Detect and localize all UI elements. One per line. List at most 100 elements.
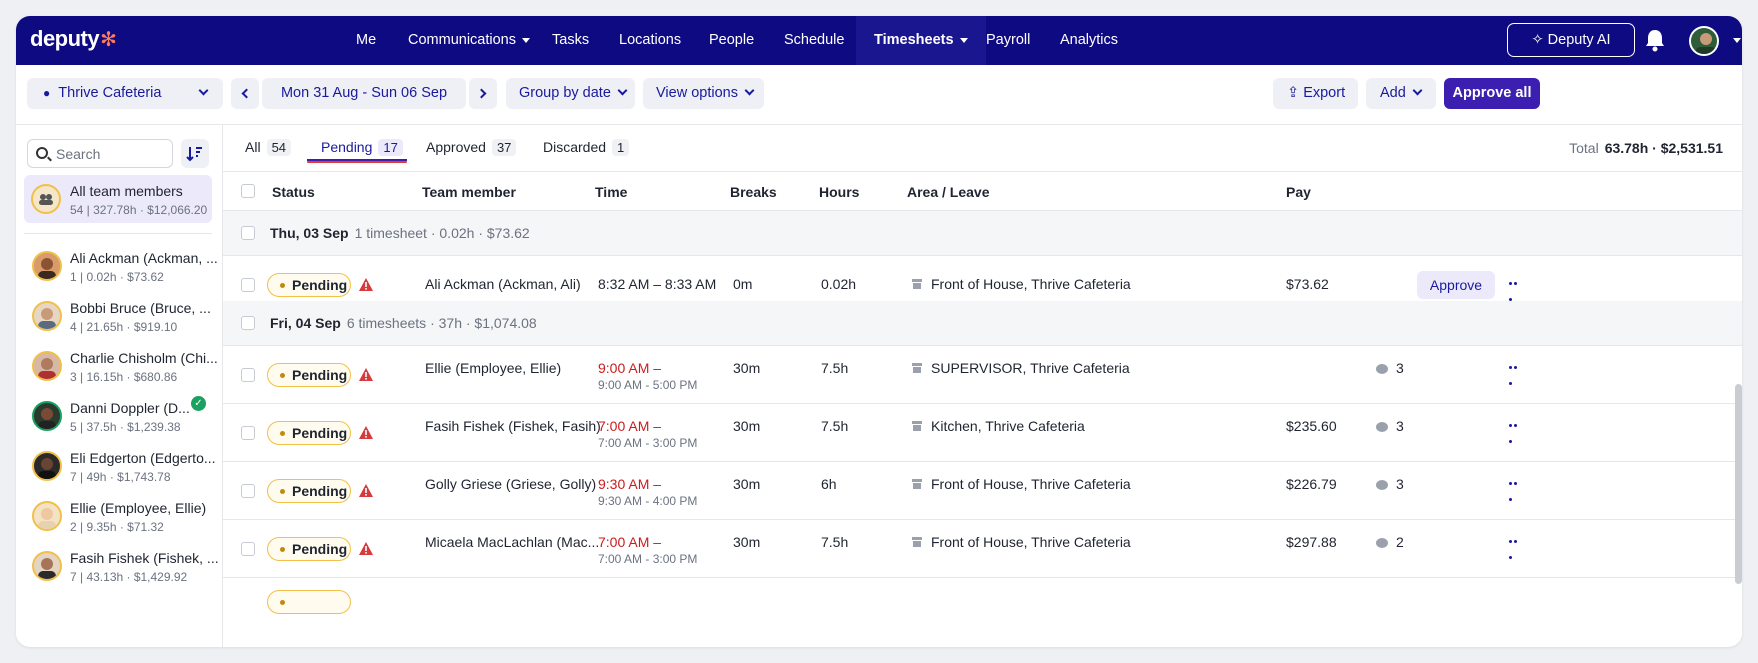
scrollbar[interactable] <box>1735 384 1742 584</box>
group-checkbox[interactable] <box>241 316 255 330</box>
export-button[interactable]: ⇪ Export <box>1273 78 1358 109</box>
avatar <box>32 401 62 431</box>
col-hours: Hours <box>819 184 860 200</box>
table-row[interactable]: Pending Ellie (Employee, Ellie) 9:00 AM … <box>223 346 1742 404</box>
nav-me[interactable]: Me <box>356 16 376 65</box>
more-options-icon[interactable] <box>1509 482 1523 501</box>
store-icon <box>912 479 922 489</box>
map-pin-icon: ● <box>43 86 51 100</box>
col-status: Status <box>272 184 315 200</box>
area-value: Front of House, Thrive Cafeteria <box>931 534 1131 550</box>
prev-week-button[interactable] <box>231 78 259 109</box>
breaks-value: 30m <box>733 360 761 376</box>
nav-people[interactable]: People <box>709 16 754 65</box>
group-checkbox[interactable] <box>241 226 255 240</box>
status-badge: Pending <box>267 363 351 387</box>
warning-icon[interactable] <box>359 542 373 555</box>
team-member-name: Micaela MacLachlan (Mac... <box>425 534 600 550</box>
hours-value: 7.5h <box>821 534 849 550</box>
add-dropdown[interactable]: Add <box>1366 78 1436 109</box>
row-checkbox[interactable] <box>241 426 255 440</box>
comment-icon[interactable] <box>1376 480 1388 490</box>
view-options-dropdown[interactable]: View options <box>643 78 764 109</box>
warning-icon[interactable] <box>359 426 373 439</box>
sidebar-member-charlie-chisholm[interactable]: Charlie Chisholm (Chi... 3 | 16.15h · $6… <box>16 342 223 392</box>
divider <box>24 233 212 234</box>
approve-button[interactable]: Approve <box>1417 271 1495 299</box>
date-group-header: Fri, 04 Sep 6 timesheets · 37h · $1,074.0… <box>223 301 1742 346</box>
sidebar-member-fasih-fishek[interactable]: Fasih Fishek (Fishek, ... 7 | 43.13h · $… <box>16 542 223 592</box>
col-area-leave: Area / Leave <box>907 184 990 200</box>
scheduled-time: 9:00 AM - 5:00 PM <box>598 378 698 392</box>
row-checkbox[interactable] <box>241 368 255 382</box>
caret-down-icon[interactable] <box>1733 38 1741 43</box>
pay-value: $226.79 <box>1286 476 1337 492</box>
nav-communications[interactable]: Communications <box>408 16 530 65</box>
select-all-checkbox[interactable] <box>241 184 255 198</box>
nav-tasks[interactable]: Tasks <box>552 16 589 65</box>
more-options-icon[interactable] <box>1509 424 1523 443</box>
chevron-down-icon <box>1412 85 1423 96</box>
shift-time: 7:00 AM – <box>598 418 662 434</box>
warning-icon[interactable] <box>359 278 373 291</box>
comment-count: 3 <box>1396 360 1404 376</box>
warning-icon[interactable] <box>359 484 373 497</box>
location-selector[interactable]: ● Thrive Cafeteria <box>27 78 223 109</box>
sort-button[interactable] <box>181 139 209 168</box>
tab-discarded[interactable]: Discarded 1 <box>543 139 630 156</box>
caret-down-icon <box>522 37 530 43</box>
date-range-selector[interactable]: Mon 31 Aug - Sun 06 Sep <box>262 78 466 109</box>
user-avatar[interactable] <box>1689 26 1719 56</box>
upload-icon: ⇪ <box>1287 85 1304 101</box>
table-row[interactable]: Pending Golly Griese (Griese, Golly) 9:3… <box>223 462 1742 520</box>
table-row[interactable] <box>223 578 1742 636</box>
store-icon <box>912 537 922 547</box>
sidebar-member-danni-doppler[interactable]: Danni Doppler (D... 5 | 37.5h · $1,239.3… <box>16 392 223 442</box>
bell-icon[interactable] <box>1644 28 1666 52</box>
date-group-header: Thu, 03 Sep 1 timesheet · 0.02h · $73.62 <box>223 211 1742 256</box>
tab-all[interactable]: All 54 <box>245 139 292 156</box>
row-checkbox[interactable] <box>241 542 255 556</box>
comment-icon[interactable] <box>1376 538 1388 548</box>
status-badge: Pending <box>267 537 351 561</box>
warning-icon[interactable] <box>359 368 373 381</box>
nav-payroll[interactable]: Payroll <box>986 16 1030 65</box>
chevron-down-icon <box>744 85 755 96</box>
nav-locations[interactable]: Locations <box>619 16 681 65</box>
nav-analytics[interactable]: Analytics <box>1060 16 1118 65</box>
deputy-ai-button[interactable]: ✧ Deputy AI <box>1507 23 1635 57</box>
table-row[interactable]: Pending Fasih Fishek (Fishek, Fasih) 7:0… <box>223 404 1742 462</box>
table-row[interactable]: Pending Micaela MacLachlan (Mac... 7:00 … <box>223 520 1742 578</box>
row-checkbox[interactable] <box>241 278 255 292</box>
row-checkbox[interactable] <box>241 484 255 498</box>
search-input[interactable]: Search <box>27 139 173 168</box>
more-options-icon[interactable] <box>1509 540 1523 559</box>
team-member-name: Ali Ackman (Ackman, Ali) <box>425 276 581 292</box>
next-week-button[interactable] <box>469 78 497 109</box>
pay-value: $297.88 <box>1286 534 1337 550</box>
sidebar-member-ellie-employee[interactable]: Ellie (Employee, Ellie) 2 | 9.35h · $71.… <box>16 492 223 542</box>
toolbar: ● Thrive Cafeteria Mon 31 Aug - Sun 06 S… <box>16 65 1742 125</box>
all-team-members-item[interactable]: All team members 54 | 327.78h · $12,066.… <box>24 175 212 223</box>
nav-timesheets[interactable]: Timesheets <box>856 16 986 65</box>
more-options-icon[interactable] <box>1509 366 1523 385</box>
approve-all-button[interactable]: Approve all <box>1444 78 1540 109</box>
sidebar-member-ali-ackman[interactable]: Ali Ackman (Ackman, ... 1 | 0.02h · $73.… <box>16 242 223 292</box>
more-options-icon[interactable] <box>1509 282 1523 301</box>
shift-time: 7:00 AM – <box>598 534 662 550</box>
hours-value: 6h <box>821 476 837 492</box>
sidebar-member-bobbi-bruce[interactable]: Bobbi Bruce (Bruce, ... 4 | 21.65h · $91… <box>16 292 223 342</box>
tab-approved[interactable]: Approved 37 <box>426 139 517 156</box>
group-by-dropdown[interactable]: Group by date <box>506 78 635 109</box>
comment-icon[interactable] <box>1376 422 1388 432</box>
sidebar-member-eli-edgerton[interactable]: Eli Edgerton (Edgerto... 7 | 49h · $1,74… <box>16 442 223 492</box>
comment-icon[interactable] <box>1376 364 1388 374</box>
scheduled-time: 7:00 AM - 3:00 PM <box>598 436 698 450</box>
sort-icon <box>186 147 202 162</box>
total-summary: Total 63.78h · $2,531.51 <box>1569 140 1723 156</box>
deputy-logo[interactable]: deputy✻ <box>30 26 117 52</box>
app-window: deputy✻ Me Communications Tasks Location… <box>16 16 1742 647</box>
shift-time: 9:00 AM – <box>598 360 662 376</box>
tab-pending[interactable]: Pending 17 <box>321 139 403 156</box>
nav-schedule[interactable]: Schedule <box>784 16 844 65</box>
